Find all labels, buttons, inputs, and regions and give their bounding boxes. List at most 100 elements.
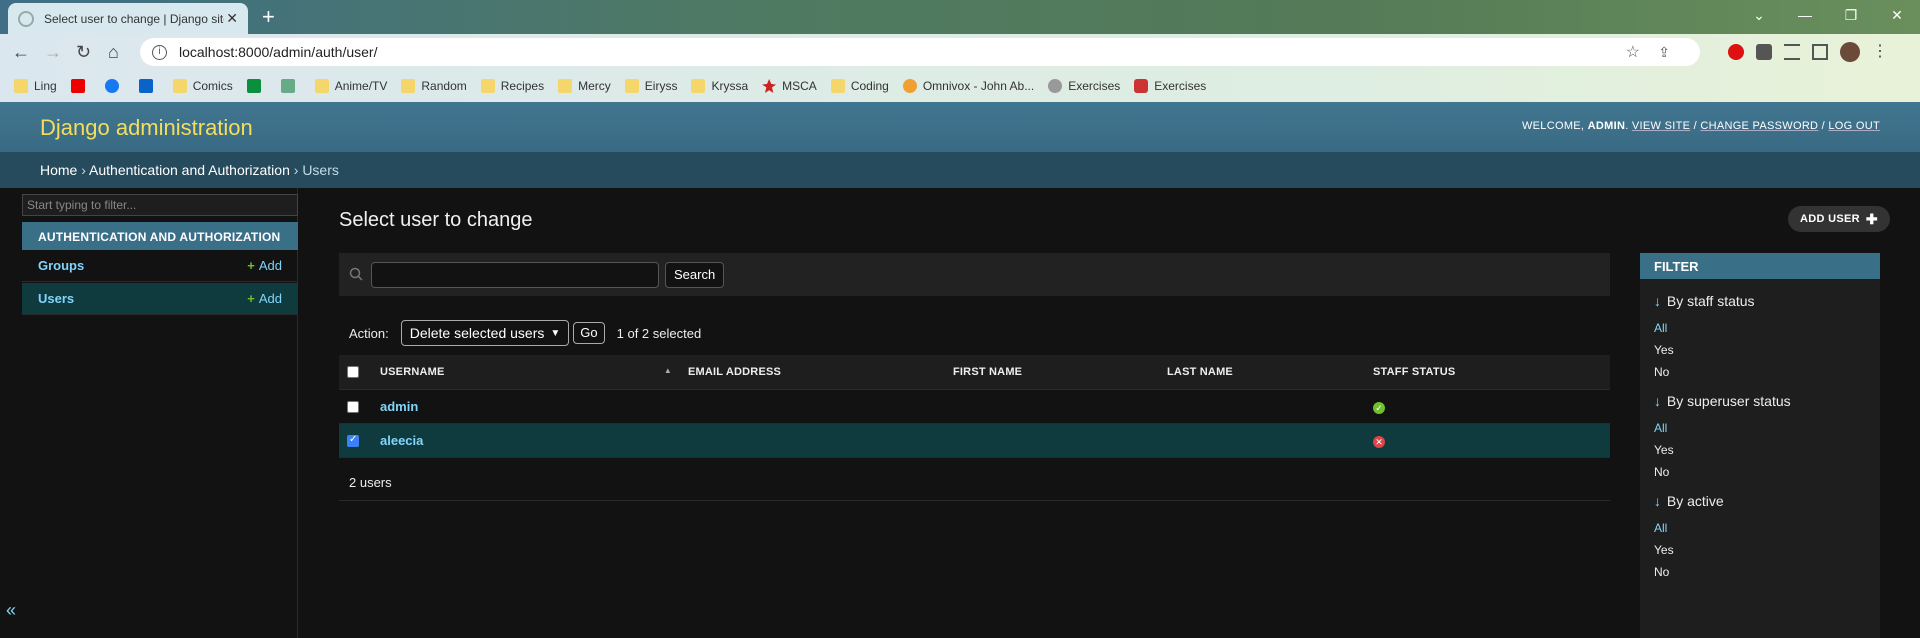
results-table: USERNAME ▲ EMAIL ADDRESS FIRST NAME LAST …: [339, 355, 1610, 458]
filter-group-title[interactable]: ↓ By active: [1654, 493, 1866, 509]
x-circle-icon: ✕: [1373, 435, 1385, 448]
bookmark-item[interactable]: [280, 79, 301, 93]
bookmark-item[interactable]: Recipes: [480, 79, 544, 93]
reading-list-icon[interactable]: [1784, 44, 1800, 60]
filter-option-no[interactable]: No: [1654, 465, 1866, 479]
filter-option-no[interactable]: No: [1654, 365, 1866, 379]
filter-option-yes[interactable]: Yes: [1654, 443, 1866, 457]
minimize-icon[interactable]: —: [1782, 0, 1828, 30]
bookmark-item[interactable]: [104, 79, 125, 93]
toggle-sidebar-icon[interactable]: «: [6, 600, 16, 621]
bookmark-item[interactable]: Eiryss: [624, 79, 677, 93]
column-header-staff-status[interactable]: STAFF STATUS: [1365, 355, 1610, 390]
profile-avatar-icon[interactable]: [1840, 42, 1860, 62]
search-button[interactable]: Search: [665, 262, 725, 288]
bookmark-item[interactable]: Kryssa: [691, 79, 748, 93]
chart-icon: [280, 79, 295, 93]
filter-group-active: ↓ By active All Yes No: [1640, 493, 1880, 579]
filter-option-no[interactable]: No: [1654, 565, 1866, 579]
plus-icon: +: [247, 258, 255, 273]
row-checkbox[interactable]: [347, 401, 359, 414]
bookmark-item[interactable]: Anime/TV: [314, 79, 387, 93]
view-site-link[interactable]: VIEW SITE: [1632, 120, 1690, 132]
bookmark-item[interactable]: Ling: [14, 79, 57, 93]
bookmark-star-icon[interactable]: ☆: [1626, 42, 1640, 62]
side-panel-icon[interactable]: [1812, 44, 1828, 60]
browser-toolbar: ← → ↻ ⌂ i localhost:8000/admin/auth/user…: [0, 34, 1920, 70]
action-select[interactable]: Delete selected users ▼: [400, 320, 570, 346]
td-bank-icon: [246, 79, 261, 93]
bookmark-item[interactable]: MSCA: [762, 79, 817, 93]
extensions-puzzle-icon[interactable]: [1756, 44, 1772, 60]
site-name[interactable]: Django administration: [40, 115, 253, 141]
column-header-username[interactable]: USERNAME ▲: [372, 355, 680, 390]
new-tab-icon[interactable]: +: [262, 4, 275, 30]
welcome-text: WELCOME,: [1521, 120, 1585, 132]
filter-option-yes[interactable]: Yes: [1654, 543, 1866, 557]
log-out-link[interactable]: LOG OUT: [1828, 120, 1880, 132]
column-header-first-name[interactable]: FIRST NAME: [945, 355, 1159, 390]
filter-option-yes[interactable]: Yes: [1654, 343, 1866, 357]
django-header: Django administration WELCOME, ADMIN. VI…: [0, 102, 1920, 152]
home-icon[interactable]: ⌂: [108, 42, 119, 63]
column-header-last-name[interactable]: LAST NAME: [1159, 355, 1365, 390]
browser-tab[interactable]: Select user to change | Django site admi…: [8, 3, 248, 34]
users-link[interactable]: Users: [38, 291, 74, 306]
share-icon[interactable]: ⇪: [1658, 44, 1670, 61]
tab-search-icon[interactable]: ⌄: [1736, 0, 1782, 30]
bookmark-item[interactable]: Random: [401, 79, 467, 93]
facebook-icon: [104, 79, 119, 93]
email-cell: [680, 423, 945, 458]
user-link[interactable]: admin: [380, 399, 418, 414]
plus-icon: ✚: [1865, 210, 1878, 227]
back-icon[interactable]: ←: [12, 42, 30, 63]
filter-option-all[interactable]: All: [1654, 421, 1866, 435]
nav-filter-input[interactable]: Start typing to filter...: [22, 194, 298, 216]
sort-ascending-icon[interactable]: ▲: [664, 366, 672, 375]
folder-icon: [480, 79, 495, 93]
breadcrumb-app[interactable]: Authentication and Authorization: [89, 162, 290, 178]
change-password-link[interactable]: CHANGE PASSWORD: [1700, 120, 1818, 132]
search-input[interactable]: [371, 262, 659, 288]
staff-status-cell: ✓: [1365, 389, 1610, 424]
bookmark-item[interactable]: Exercises: [1134, 79, 1206, 93]
filter-option-all[interactable]: All: [1654, 321, 1866, 335]
column-header-email[interactable]: EMAIL ADDRESS: [680, 355, 945, 390]
bookmark-item[interactable]: [246, 79, 267, 93]
bookmark-item[interactable]: Comics: [172, 79, 233, 93]
close-tab-icon[interactable]: ✕: [226, 10, 238, 27]
bookmark-item[interactable]: [138, 79, 159, 93]
bookmark-item[interactable]: Mercy: [558, 79, 611, 93]
add-user-button[interactable]: ADD USER ✚: [1788, 206, 1890, 232]
menu-kebab-icon[interactable]: ⋮: [1872, 44, 1888, 60]
add-user-link[interactable]: + Add: [247, 291, 282, 306]
email-cell: [680, 389, 945, 424]
breadcrumb-home[interactable]: Home: [40, 162, 77, 178]
row-checkbox[interactable]: [347, 434, 359, 448]
filter-group-title[interactable]: ↓ By superuser status: [1654, 393, 1866, 409]
bookmark-item[interactable]: [70, 79, 91, 93]
select-all-checkbox[interactable]: [347, 365, 359, 378]
restore-icon[interactable]: ❐: [1828, 0, 1874, 30]
groups-link[interactable]: Groups: [38, 258, 84, 273]
bookmark-item[interactable]: Exercises: [1048, 79, 1120, 93]
omnivox-icon: [902, 79, 917, 93]
opera-extension-icon[interactable]: [1728, 44, 1744, 60]
bookmark-item[interactable]: Omnivox - John Ab...: [902, 79, 1034, 93]
forward-icon[interactable]: →: [44, 42, 62, 63]
address-bar[interactable]: i localhost:8000/admin/auth/user/ ⇪ ☆: [140, 38, 1700, 66]
filter-group-title[interactable]: ↓ By staff status: [1654, 293, 1866, 309]
filter-option-all[interactable]: All: [1654, 521, 1866, 535]
reload-icon[interactable]: ↻: [76, 42, 91, 63]
bookmark-item[interactable]: Coding: [830, 79, 889, 93]
go-button[interactable]: Go: [573, 322, 605, 344]
add-group-link[interactable]: + Add: [247, 258, 282, 273]
site-info-icon[interactable]: i: [152, 44, 167, 60]
sidebar-item-groups: Groups + Add: [22, 250, 298, 282]
folder-icon: [314, 79, 329, 93]
first-name-cell: [945, 389, 1159, 424]
folder-icon: [624, 79, 639, 93]
close-window-icon[interactable]: ✕: [1874, 0, 1920, 30]
app-caption[interactable]: AUTHENTICATION AND AUTHORIZATION: [22, 222, 298, 250]
user-link[interactable]: aleecia: [380, 433, 423, 448]
